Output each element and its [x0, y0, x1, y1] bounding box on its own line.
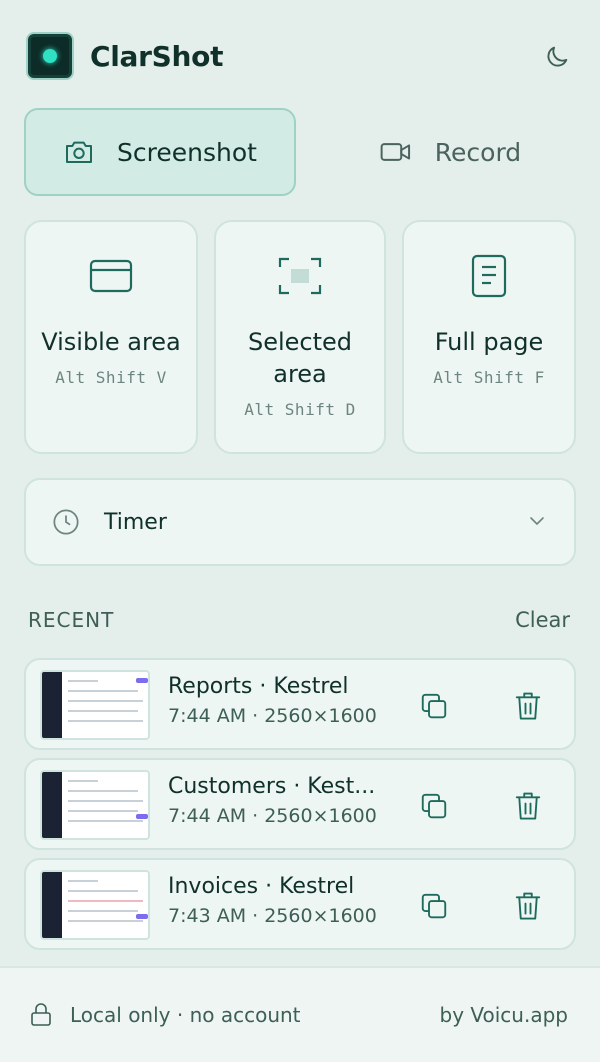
- copy-button[interactable]: [418, 790, 450, 822]
- app-title: ClarShot: [90, 39, 224, 73]
- moon-icon: [547, 46, 568, 67]
- delete-button[interactable]: [512, 790, 544, 822]
- credit-link[interactable]: by Voicu.app: [440, 1003, 569, 1027]
- window-icon: [89, 259, 133, 293]
- mode-switch: Screenshot Record: [24, 108, 576, 196]
- trash-icon: [515, 892, 541, 920]
- full-page-shortcut: Alt Shift F: [433, 368, 545, 387]
- privacy-note: Local only · no account: [70, 1003, 301, 1027]
- visible-area-button[interactable]: Visible area Alt Shift V: [24, 220, 198, 454]
- lock-icon: [31, 1003, 51, 1026]
- timer-select[interactable]: Timer: [24, 478, 576, 566]
- screenshot-mode-label: Screenshot: [117, 137, 257, 167]
- recent-item[interactable]: Customers · Kest... 7:44 AM · 2560×1600: [24, 758, 576, 850]
- copy-icon: [421, 793, 447, 819]
- trash-icon: [515, 692, 541, 720]
- clock-icon: [53, 509, 79, 535]
- chevron-down-icon: [530, 517, 544, 525]
- recent-item-meta: 7:44 AM · 2560×1600: [168, 805, 377, 827]
- visible-area-label: Visible area: [41, 328, 181, 356]
- selected-area-shortcut: Alt Shift D: [244, 400, 356, 419]
- record-mode-button[interactable]: Record: [314, 108, 586, 196]
- delete-button[interactable]: [512, 690, 544, 722]
- screenshot-thumbnail[interactable]: [40, 770, 150, 840]
- copy-button[interactable]: [418, 890, 450, 922]
- app-logo: [26, 32, 74, 80]
- recent-header: RECENT Clear: [28, 604, 570, 636]
- recent-item-meta: 7:44 AM · 2560×1600: [168, 705, 377, 727]
- recent-item-title: Reports · Kestrel: [168, 674, 349, 699]
- copy-icon: [421, 693, 447, 719]
- screenshot-mode-button[interactable]: Screenshot: [24, 108, 296, 196]
- recent-item-meta: 7:43 AM · 2560×1600: [168, 905, 377, 927]
- theme-toggle-button[interactable]: [540, 40, 574, 74]
- record-mode-label: Record: [434, 137, 522, 167]
- copy-button[interactable]: [418, 690, 450, 722]
- recent-item-title: Customers · Kest...: [168, 774, 376, 799]
- recent-item[interactable]: Reports · Kestrel 7:44 AM · 2560×1600: [24, 658, 576, 750]
- footer: Local only · no account by Voicu.app: [0, 966, 600, 1062]
- visible-area-shortcut: Alt Shift V: [55, 368, 167, 387]
- selection-icon: [278, 257, 322, 295]
- screenshot-thumbnail[interactable]: [40, 670, 150, 740]
- recent-item[interactable]: Invoices · Kestrel 7:43 AM · 2560×1600: [24, 858, 576, 950]
- full-page-label: Full page: [434, 328, 544, 356]
- recent-item-title: Invoices · Kestrel: [168, 874, 355, 899]
- selected-area-label: Selected area: [247, 328, 353, 388]
- recent-list: Reports · Kestrel 7:44 AM · 2560×1600 Cu…: [24, 658, 576, 958]
- camera-icon: [66, 141, 93, 163]
- trash-icon: [515, 792, 541, 820]
- video-camera-icon: [380, 143, 410, 161]
- screenshot-thumbnail[interactable]: [40, 870, 150, 940]
- full-page-button[interactable]: Full page Alt Shift F: [402, 220, 576, 454]
- selected-area-button[interactable]: Selected area Alt Shift D: [214, 220, 386, 454]
- app-header: ClarShot: [26, 32, 574, 80]
- document-icon: [471, 254, 507, 298]
- timer-label: Timer: [104, 509, 167, 535]
- capture-options: Visible area Alt Shift V Selected area A…: [24, 220, 576, 454]
- recent-title: RECENT: [28, 608, 115, 632]
- clear-recent-button[interactable]: Clear: [515, 608, 570, 632]
- delete-button[interactable]: [512, 890, 544, 922]
- copy-icon: [421, 893, 447, 919]
